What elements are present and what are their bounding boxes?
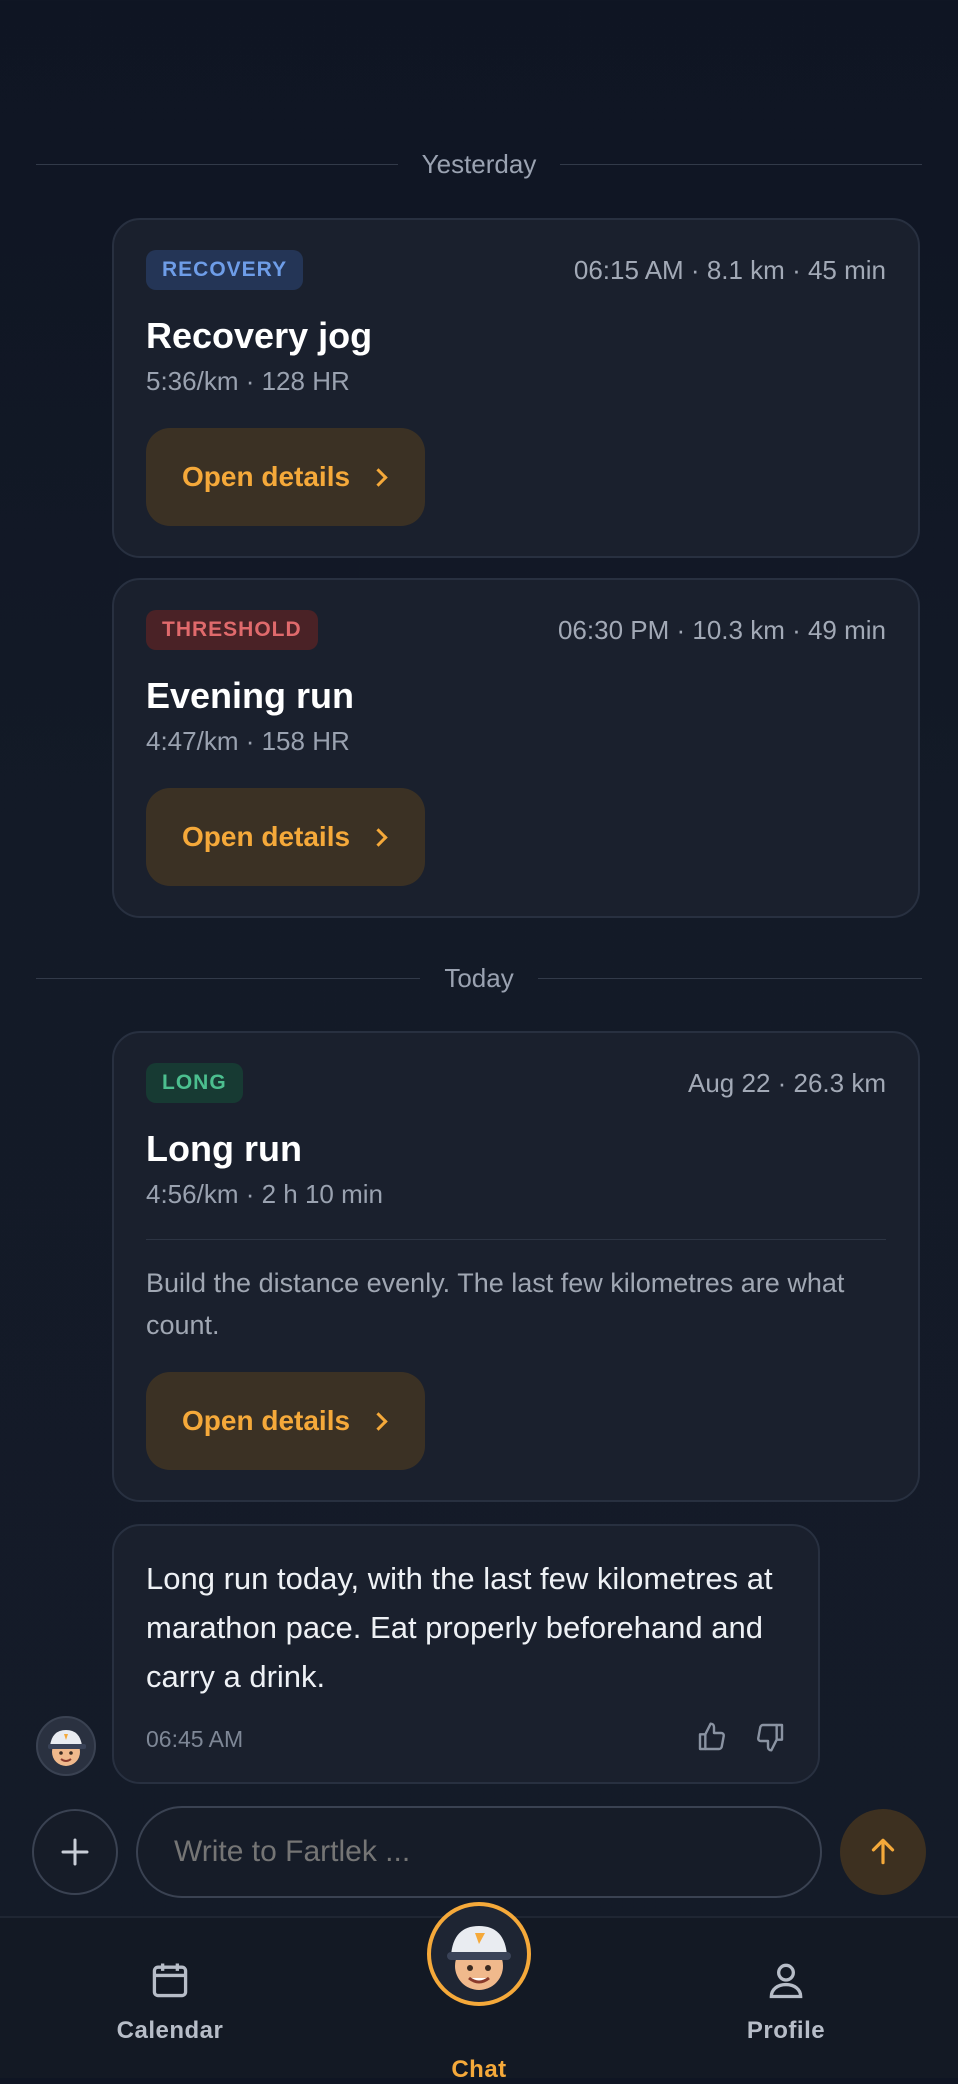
workout-card-recovery: RECOVERY 06:15 AM · 8.1 km · 45 min Reco… — [112, 218, 920, 558]
workout-type-badge: RECOVERY — [146, 250, 304, 290]
chevron-right-icon — [369, 827, 388, 847]
tab-chat[interactable]: Chat — [379, 2046, 579, 2084]
open-details-label: Open details — [182, 821, 351, 852]
message-input[interactable] — [136, 1806, 822, 1898]
workout-meta: 06:15 AM · 8.1 km · 45 min — [573, 254, 886, 285]
day-separator-yesterday: Yesterday — [36, 144, 922, 184]
separator-line — [537, 977, 923, 979]
workout-stats: 5:36/km · 128 HR — [146, 366, 350, 396]
workout-title: Long run — [146, 1128, 302, 1169]
coach-message-bubble: Long run today, with the last few kilome… — [112, 1524, 820, 1784]
open-details-button[interactable]: Open details — [146, 1372, 426, 1470]
separator-line — [36, 977, 421, 979]
separator-line — [560, 163, 922, 165]
add-attachment-button[interactable] — [32, 1809, 118, 1895]
day-label: Today — [444, 962, 514, 993]
coach-avatar — [36, 1716, 96, 1776]
plus-icon — [61, 1838, 89, 1866]
arrow-up-icon — [871, 1838, 895, 1865]
card-divider — [146, 1239, 886, 1240]
day-separator-today: Today — [36, 958, 923, 998]
open-details-button[interactable]: Open details — [146, 788, 426, 886]
workout-stats: 4:56/km · 2 h 10 min — [146, 1179, 383, 1209]
thumbs-up-icon[interactable] — [696, 1721, 728, 1758]
workout-card-long: LONG Aug 22 · 26.3 km Long run 4:56/km ·… — [112, 1031, 920, 1502]
tab-profile[interactable]: Profile — [686, 1958, 886, 2045]
workout-stats: 4:47/km · 158 HR — [146, 726, 350, 756]
chat-tab-coach-avatar[interactable] — [427, 1902, 531, 2006]
tab-label: Chat — [451, 2056, 507, 2083]
separator-line — [36, 163, 398, 165]
chevron-right-icon — [369, 1411, 388, 1431]
workout-type-badge: LONG — [146, 1063, 243, 1103]
message-time: 06:45 AM — [146, 1726, 244, 1752]
workout-description: Build the distance evenly. The last few … — [146, 1268, 845, 1340]
send-button[interactable] — [840, 1809, 926, 1895]
calendar-icon — [152, 1963, 188, 1998]
workout-title: Evening run — [146, 675, 355, 716]
workout-card-threshold: THRESHOLD 06:30 PM · 10.3 km · 49 min Ev… — [112, 578, 920, 918]
open-details-button[interactable]: Open details — [146, 428, 426, 526]
workout-type-badge: THRESHOLD — [146, 610, 318, 650]
thumbs-down-icon[interactable] — [754, 1721, 786, 1758]
workout-meta: Aug 22 · 26.3 km — [688, 1067, 886, 1098]
tab-label: Profile — [746, 2017, 826, 2044]
day-label: Yesterday — [421, 148, 537, 179]
person-icon — [769, 1963, 803, 1999]
chevron-right-icon — [369, 467, 388, 487]
workout-title: Recovery jog — [146, 315, 373, 356]
message-text: Long run today, with the last few kilome… — [146, 1561, 773, 1694]
workout-meta: 06:30 PM · 10.3 km · 49 min — [557, 614, 886, 645]
message-composer — [32, 1806, 926, 1898]
tab-calendar[interactable]: Calendar — [70, 1958, 270, 2045]
open-details-label: Open details — [182, 461, 351, 492]
open-details-label: Open details — [182, 1405, 351, 1436]
tab-label: Calendar — [116, 2017, 224, 2044]
